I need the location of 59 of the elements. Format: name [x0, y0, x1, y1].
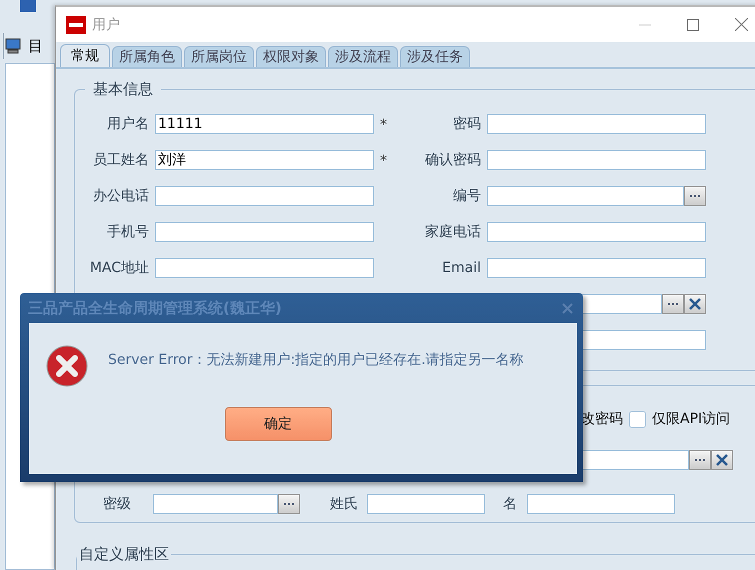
tab[interactable]: 涉及流程: [328, 46, 398, 67]
clear-button[interactable]: [684, 294, 706, 314]
tab[interactable]: 涉及任务: [400, 46, 470, 67]
input-field[interactable]: [155, 222, 374, 242]
checkbox-label: 仅限API访问: [652, 410, 730, 428]
browse-button[interactable]: [684, 186, 706, 206]
required-mark: *: [380, 117, 387, 133]
input-field[interactable]: 刘洋: [155, 150, 374, 170]
group-title: 自定义属性区: [78, 545, 170, 564]
browse-button[interactable]: [689, 450, 711, 470]
input-field[interactable]: [155, 186, 374, 206]
checkbox[interactable]: [629, 410, 646, 428]
field-label: 员工姓名: [92, 151, 149, 170]
tab[interactable]: 权限对象: [256, 46, 326, 67]
error-message: Server Error：无法新建用户:指定的用户已经存在.请指定另一名称: [108, 351, 524, 369]
monitor-icon: [4, 37, 22, 55]
clear-icon: [716, 454, 728, 466]
tab[interactable]: 所属岗位: [184, 46, 254, 67]
input-field[interactable]: [487, 150, 706, 170]
input-field[interactable]: [487, 114, 706, 134]
ellipsis-icon: [694, 458, 706, 462]
field-label: 办公电话: [92, 187, 149, 206]
field-label: 姓氏: [330, 495, 358, 513]
browse-button[interactable]: [662, 294, 684, 314]
field-label: 密级: [103, 495, 131, 513]
field-label: 名: [503, 495, 517, 513]
required-mark: *: [380, 153, 387, 169]
field-label: 编号: [453, 187, 481, 205]
clear-button[interactable]: [711, 450, 733, 470]
window-title: 用户: [92, 16, 120, 34]
tab[interactable]: 所属角色: [112, 46, 182, 67]
close-icon[interactable]: [735, 18, 748, 31]
input-field[interactable]: [153, 494, 278, 514]
input-field[interactable]: [527, 494, 675, 514]
field-label: 手机号: [106, 223, 149, 242]
field-label: MAC地址: [88, 259, 149, 278]
input-field[interactable]: [487, 258, 706, 278]
maximize-icon[interactable]: [687, 18, 699, 30]
field-label: Email: [442, 260, 481, 276]
ellipsis-icon: [689, 194, 701, 198]
ellipsis-icon: [667, 302, 679, 306]
field-label: 家庭电话: [425, 223, 481, 241]
ellipsis-icon: [283, 502, 295, 506]
browse-button[interactable]: [278, 494, 300, 514]
input-field[interactable]: [487, 186, 684, 206]
input-field[interactable]: 11111: [155, 114, 374, 134]
error-icon: [46, 345, 88, 387]
field-label: 确认密码: [425, 151, 481, 169]
group-title: 基本信息: [92, 80, 154, 99]
input-field[interactable]: [367, 494, 485, 514]
field-label: 用户名: [106, 115, 149, 134]
field-label: 密码: [453, 115, 481, 133]
directory-label: 目: [28, 36, 43, 56]
input-field[interactable]: [487, 222, 706, 242]
ok-button[interactable]: 确定: [224, 407, 332, 441]
tab[interactable]: 常规: [60, 44, 110, 67]
app-icon[interactable]: [20, 0, 36, 12]
clear-icon: [689, 298, 701, 310]
input-field[interactable]: [155, 258, 374, 278]
